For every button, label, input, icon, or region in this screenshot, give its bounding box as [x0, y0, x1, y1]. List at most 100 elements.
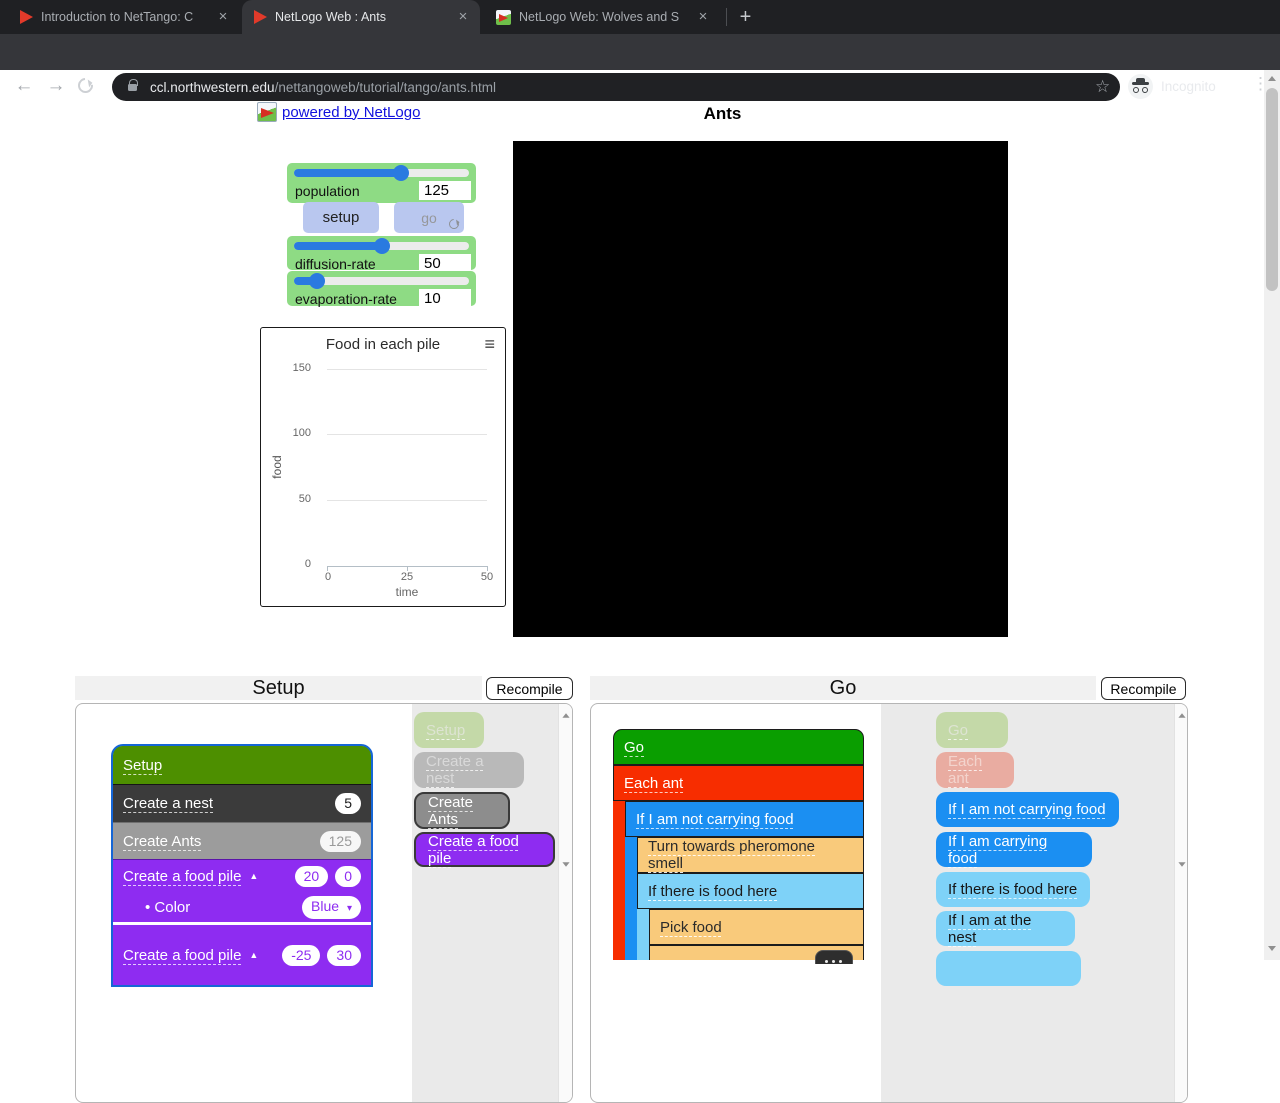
slider-track[interactable] [294, 165, 469, 181]
palette-block-each-ant[interactable]: Each ant [936, 752, 1014, 788]
slider-thumb[interactable] [308, 273, 325, 289]
palette-block-partial[interactable] [936, 951, 1081, 986]
address-bar[interactable]: ccl.northwestern.edu /nettangoweb/tutori… [112, 73, 1120, 101]
forward-icon[interactable]: → [44, 75, 68, 97]
scroll-up-icon[interactable] [562, 713, 570, 718]
block-create-ants[interactable]: Create Ants 125 [113, 822, 371, 859]
scroll-down-icon[interactable] [1178, 862, 1186, 867]
collapse-arrow-icon[interactable]: ▲ [249, 871, 258, 881]
go-section-title: Go [590, 676, 1096, 700]
new-tab-button[interactable]: + [733, 5, 758, 30]
block-label: Create a food pile [123, 946, 242, 964]
scroll-up-icon[interactable] [1268, 76, 1276, 81]
slider-value-input[interactable]: 125 [419, 181, 471, 200]
block-label: Create a food pile [123, 867, 242, 885]
x-tick: 50 [480, 571, 494, 583]
reload-icon[interactable] [74, 74, 97, 97]
block-pick-food[interactable]: Pick food [649, 909, 864, 945]
param-badge[interactable]: 5 [335, 793, 361, 814]
recompile-go-button[interactable]: Recompile [1101, 677, 1186, 700]
scroll-up-icon[interactable] [1178, 713, 1186, 718]
block-label: Go [948, 721, 969, 739]
block-turn-towards-pheromone[interactable]: Turn towards pheromone smell [637, 837, 864, 873]
chart-menu-icon[interactable]: ≡ [484, 334, 495, 355]
population-slider-widget: population 125 [287, 163, 476, 203]
diffusion-rate-slider-widget: diffusion-rate 50 [287, 236, 476, 273]
param-badge[interactable]: 30 [327, 944, 361, 966]
page-scrollbar[interactable] [1264, 70, 1280, 960]
palette-block-if-at-nest[interactable]: If I am at the nest [936, 911, 1075, 946]
block-create-food-pile-1[interactable]: Create a food pile ▲ 20 0 • Color Blue ▾ [113, 859, 371, 922]
block-label: Each ant [624, 774, 684, 792]
close-icon[interactable]: × [214, 8, 232, 26]
param-badge[interactable]: 0 [335, 865, 361, 887]
param-badge[interactable]: 20 [294, 865, 329, 887]
block-create-food-pile-2[interactable]: Create a food pile ▲ -25 30 [113, 925, 371, 985]
slider-label: population [295, 182, 360, 199]
block-label: Create a nest [123, 795, 214, 812]
scroll-down-icon[interactable] [562, 862, 570, 867]
palette-block-if-food-here[interactable]: If there is food here [936, 872, 1090, 907]
scrollbar-thumb[interactable] [1266, 88, 1278, 291]
x-axis-label: time [395, 585, 419, 599]
recompile-setup-button[interactable]: Recompile [486, 677, 573, 700]
setup-button[interactable]: setup [303, 202, 379, 233]
block-each-ant[interactable]: Each ant If I am not carrying food Turn … [613, 765, 864, 964]
gridline [327, 369, 487, 370]
slider-thumb[interactable] [373, 238, 390, 254]
palette-block-setup[interactable]: Setup [414, 712, 484, 748]
model-view-canvas[interactable] [513, 141, 1008, 637]
block-if-food-here[interactable]: If there is food here Pick food [637, 873, 864, 964]
block-label: Each ant [948, 753, 983, 787]
palette-block-create-a-nest[interactable]: Create a nest [414, 752, 524, 788]
close-icon[interactable]: × [454, 8, 472, 26]
palette-block-if-carrying[interactable]: If I am carrying food [936, 832, 1092, 867]
block-label: If there is food here [948, 881, 1078, 898]
block-partial[interactable] [649, 945, 864, 964]
param-badge[interactable]: -25 [282, 944, 321, 966]
param-badge[interactable]: 125 [319, 830, 361, 852]
bookmark-star-icon[interactable]: ☆ [1095, 77, 1110, 97]
tab-netlogo-ants[interactable]: NetLogo Web : Ants × [242, 0, 480, 34]
block-if-not-carrying-food[interactable]: If I am not carrying food Turn towards p… [625, 801, 864, 964]
palette-block-create-food-pile[interactable]: Create a food pile [414, 832, 555, 867]
lock-icon[interactable] [128, 78, 138, 91]
dropdown-arrow-icon: ▾ [346, 903, 352, 914]
palette-block-go[interactable]: Go [936, 712, 1008, 748]
x-tick: 25 [400, 571, 414, 583]
slider-value-input[interactable]: 10 [419, 289, 471, 308]
tab-netlogo-wolves[interactable]: NetLogo Web: Wolves and S × [484, 0, 720, 34]
slider-thumb[interactable] [392, 165, 409, 181]
tab-intro-nettango[interactable]: Introduction to NetTango: C × [8, 0, 240, 34]
color-dropdown[interactable]: Blue ▾ [302, 896, 361, 919]
powered-by-link[interactable]: powered by NetLogo [282, 104, 420, 121]
block-setup[interactable]: Setup [113, 746, 371, 784]
slider-label: evaporation-rate [295, 290, 397, 307]
block-create-a-nest[interactable]: Create a nest 5 [113, 784, 371, 822]
url-path: /nettangoweb/tutorial/tango/ants.html [274, 79, 496, 95]
close-icon[interactable]: × [694, 8, 712, 26]
block-go[interactable]: Go [613, 729, 864, 765]
collapse-arrow-icon[interactable]: ▲ [249, 950, 258, 960]
slider-track[interactable] [294, 238, 469, 254]
tab-title: Introduction to NetTango: C [41, 10, 194, 24]
scroll-down-icon[interactable] [1268, 946, 1276, 951]
go-button[interactable]: go [394, 202, 464, 233]
palette-scrollbar[interactable] [1174, 704, 1187, 1102]
browser-toolbar: ← → ccl.northwestern.edu /nettangoweb/tu… [0, 34, 1280, 101]
back-icon[interactable]: ← [12, 75, 36, 97]
y-tick: 0 [304, 558, 311, 570]
palette-block-create-ants[interactable]: Create Ants [414, 792, 510, 829]
palette-scrollbar[interactable] [558, 704, 572, 1102]
slider-track[interactable] [294, 273, 469, 289]
param-badge[interactable] [815, 950, 853, 964]
palette-block-if-not-carrying[interactable]: If I am not carrying food [936, 792, 1119, 827]
y-tick: 100 [292, 427, 311, 439]
block-label: Create Ants [123, 832, 202, 850]
block-label: If I am carrying food [948, 832, 1048, 867]
block-label: Setup [426, 721, 466, 739]
block-label: Turn towards pheromone smell [648, 838, 816, 872]
go-block-workspace: Go Each ant If I am not carrying food Tu… [590, 703, 1188, 1103]
forever-icon [446, 216, 462, 232]
tab-separator [726, 8, 727, 26]
